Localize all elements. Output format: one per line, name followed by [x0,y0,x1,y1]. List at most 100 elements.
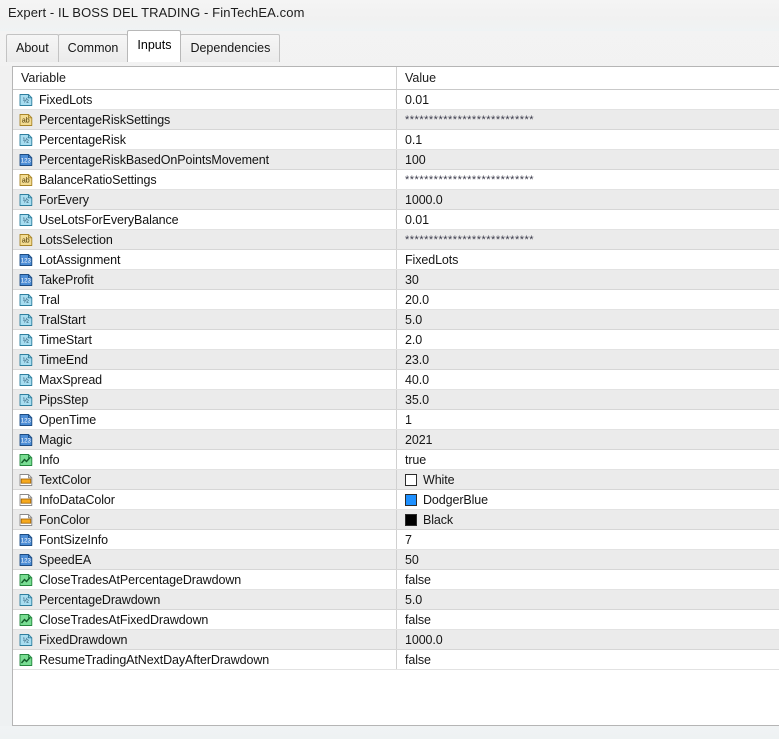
inputs-grid: Variable Value ½FixedLots0.01abPercentag… [12,66,779,726]
table-row[interactable]: ResumeTradingAtNextDayAfterDrawdown false [13,650,779,670]
table-row[interactable]: ½TimeStart2.0 [13,330,779,350]
value-cell[interactable]: 2.0 [396,330,779,349]
table-row[interactable]: ½PercentageDrawdown5.0 [13,590,779,610]
value-cell[interactable]: 30 [396,270,779,289]
value-cell[interactable]: White [396,470,779,489]
value-label: 0.1 [405,133,422,147]
variable-cell[interactable]: 123OpenTime [13,410,396,429]
table-row[interactable]: ½Tral20.0 [13,290,779,310]
value-cell[interactable]: *************************** [396,110,779,129]
table-row[interactable]: ½TralStart5.0 [13,310,779,330]
variable-cell[interactable]: FonColor [13,510,396,529]
table-row[interactable]: TextColorWhite [13,470,779,490]
variable-cell[interactable]: abLotsSelection [13,230,396,249]
value-cell[interactable]: 0.01 [396,210,779,229]
value-cell[interactable]: Black [396,510,779,529]
variable-name-label: FonColor [39,513,90,527]
tab-common[interactable]: Common [58,34,129,62]
table-row[interactable]: 123LotAssignmentFixedLots [13,250,779,270]
variable-cell[interactable]: ½UseLotsForEveryBalance [13,210,396,229]
table-row[interactable]: CloseTradesAtPercentageDrawdownfalse [13,570,779,590]
variable-cell[interactable]: ½FixedLots [13,90,396,109]
variable-cell[interactable]: ½FixedDrawdown [13,630,396,649]
variable-cell[interactable]: ½PipsStep [13,390,396,409]
value-cell[interactable]: FixedLots [396,250,779,269]
value-cell[interactable]: true [396,450,779,469]
tab-strip: AboutCommonInputsDependencies [0,31,779,63]
value-cell[interactable]: *************************** [396,170,779,189]
variable-cell[interactable]: ½Tral [13,290,396,309]
value-cell[interactable]: 1 [396,410,779,429]
variable-cell[interactable]: ½TimeStart [13,330,396,349]
table-row[interactable]: ½PipsStep35.0 [13,390,779,410]
table-row[interactable]: FonColor Black [13,510,779,530]
variable-cell[interactable]: 123LotAssignment [13,250,396,269]
variable-cell[interactable]: Info [13,450,396,469]
value-cell[interactable]: 1000.0 [396,630,779,649]
value-cell[interactable]: 20.0 [396,290,779,309]
value-cell[interactable]: DodgerBlue [396,490,779,509]
variable-cell[interactable]: ½PercentageDrawdown [13,590,396,609]
variable-cell[interactable]: ResumeTradingAtNextDayAfterDrawdown [13,650,396,669]
value-cell[interactable]: 35.0 [396,390,779,409]
table-row[interactable]: InfoDataColorDodgerBlue [13,490,779,510]
value-cell[interactable]: *************************** [396,230,779,249]
table-row[interactable]: 123SpeedEA50 [13,550,779,570]
variable-cell[interactable]: abBalanceRatioSettings [13,170,396,189]
value-cell[interactable]: 0.1 [396,130,779,149]
value-cell[interactable]: 50 [396,550,779,569]
variable-name-label: ResumeTradingAtNextDayAfterDrawdown [39,653,269,667]
variable-cell[interactable]: ½TimeEnd [13,350,396,369]
table-row[interactable]: 123PercentageRiskBasedOnPointsMovement10… [13,150,779,170]
value-cell[interactable]: 100 [396,150,779,169]
table-row[interactable]: abLotsSelection*************************… [13,230,779,250]
tab-dependencies[interactable]: Dependencies [180,34,280,62]
tab-inputs[interactable]: Inputs [127,30,181,62]
table-row[interactable]: ½UseLotsForEveryBalance0.01 [13,210,779,230]
value-cell[interactable]: 23.0 [396,350,779,369]
value-cell[interactable]: false [396,650,779,669]
value-cell[interactable]: 40.0 [396,370,779,389]
table-row[interactable]: 123OpenTime1 [13,410,779,430]
value-cell[interactable]: false [396,570,779,589]
variable-cell[interactable]: 123SpeedEA [13,550,396,569]
column-header-value[interactable]: Value [396,67,779,89]
variable-cell[interactable]: TextColor [13,470,396,489]
variable-cell[interactable]: ½MaxSpread [13,370,396,389]
variable-cell[interactable]: ½TralStart [13,310,396,329]
variable-cell[interactable]: CloseTradesAtPercentageDrawdown [13,570,396,589]
table-row[interactable]: Infotrue [13,450,779,470]
variable-cell[interactable]: ½ForEvery [13,190,396,209]
table-row[interactable]: abBalanceRatioSettings******************… [13,170,779,190]
value-cell[interactable]: 7 [396,530,779,549]
table-row[interactable]: ½ForEvery1000.0 [13,190,779,210]
table-row[interactable]: 123Magic2021 [13,430,779,450]
variable-cell[interactable]: abPercentageRiskSettings [13,110,396,129]
table-row[interactable]: ½FixedDrawdown1000.0 [13,630,779,650]
table-row[interactable]: 123FontSizeInfo7 [13,530,779,550]
variable-cell[interactable]: 123PercentageRiskBasedOnPointsMovement [13,150,396,169]
value-cell[interactable]: 5.0 [396,310,779,329]
tab-about[interactable]: About [6,34,59,62]
value-cell[interactable]: 1000.0 [396,190,779,209]
variable-cell[interactable]: InfoDataColor [13,490,396,509]
table-row[interactable]: ½TimeEnd23.0 [13,350,779,370]
column-header-variable[interactable]: Variable [13,67,396,89]
table-row[interactable]: ½MaxSpread40.0 [13,370,779,390]
variable-cell[interactable]: ½PercentageRisk [13,130,396,149]
value-cell[interactable]: 0.01 [396,90,779,109]
table-row[interactable]: 123TakeProfit30 [13,270,779,290]
variable-cell[interactable]: 123FontSizeInfo [13,530,396,549]
integer-icon: 123 [19,273,33,287]
table-row[interactable]: ½PercentageRisk 0.1 [13,130,779,150]
variable-cell[interactable]: 123TakeProfit [13,270,396,289]
double-icon: ½ [19,593,33,607]
variable-cell[interactable]: 123Magic [13,430,396,449]
table-row[interactable]: ½FixedLots0.01 [13,90,779,110]
value-cell[interactable]: 5.0 [396,590,779,609]
value-cell[interactable]: 2021 [396,430,779,449]
variable-cell[interactable]: CloseTradesAtFixedDrawdown [13,610,396,629]
table-row[interactable]: CloseTradesAtFixedDrawdownfalse [13,610,779,630]
table-row[interactable]: abPercentageRiskSettings****************… [13,110,779,130]
value-cell[interactable]: false [396,610,779,629]
